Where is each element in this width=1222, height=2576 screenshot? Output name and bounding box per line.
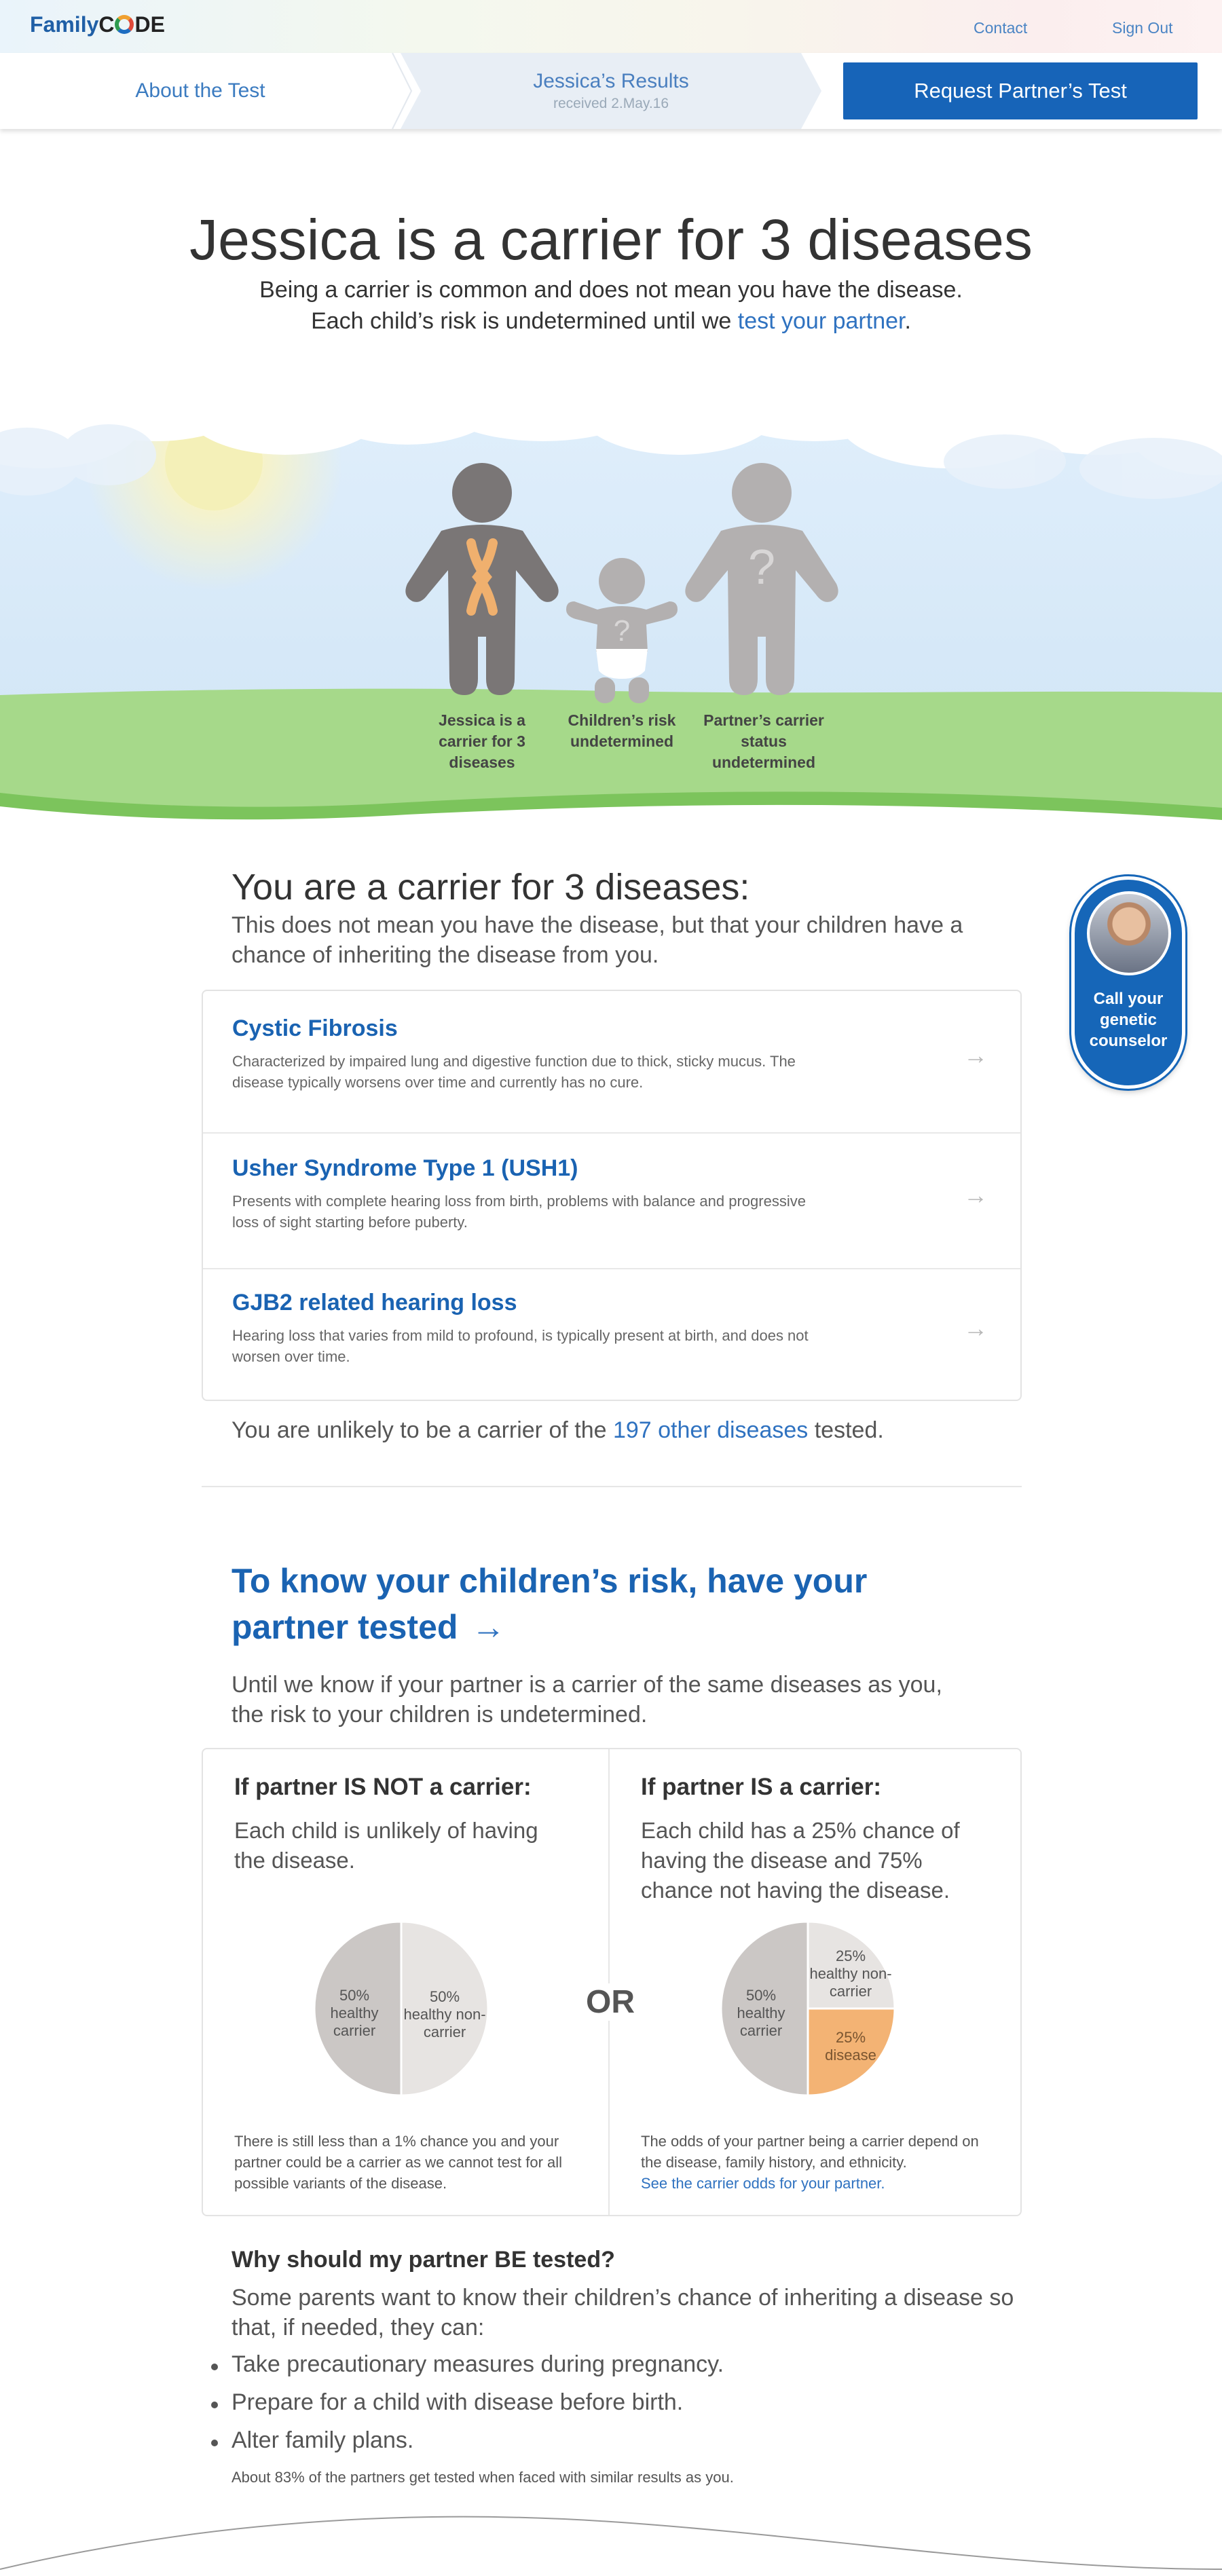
disease-name: GJB2 related hearing loss xyxy=(232,1290,517,1315)
family-illustration: ? ? Jessica is a carrier for 3 diseases … xyxy=(0,333,1222,828)
tab-label: Jessica’s Results xyxy=(533,70,689,92)
counselor-avatar xyxy=(1087,891,1171,975)
question-mark-icon: ? xyxy=(614,614,630,648)
disease-list: Cystic Fibrosis Characterized by impaire… xyxy=(202,990,1022,1401)
section-divider xyxy=(202,1486,1022,1487)
page-title: Jessica is a carrier for 3 diseases xyxy=(189,208,1033,272)
tab-label: About the Test xyxy=(135,79,265,102)
partner-stat-note: About 83% of the partners get tested whe… xyxy=(232,2469,734,2486)
partner-test-heading[interactable]: To know your children’s risk, have your … xyxy=(232,1558,978,1650)
pie-label-carrier: 50% healthy carrier xyxy=(330,1987,379,2039)
familycode-logo[interactable]: FamilyC DE xyxy=(30,12,165,37)
arrow-right-icon: → xyxy=(963,1181,988,1209)
tab-jessicas-results[interactable]: Jessica’s Results received 2.May.16 xyxy=(401,53,821,129)
jessica-label: Jessica is a carrier for 3 diseases xyxy=(439,711,525,771)
family-scene-graphic: ? ? xyxy=(0,333,1222,820)
not-carrier-text: Each child is unlikely of having the dis… xyxy=(234,1818,538,1873)
arrow-right-icon: → xyxy=(963,1041,988,1069)
tab-about-the-test[interactable]: About the Test xyxy=(0,53,401,129)
pie-label-disease: 25% disease xyxy=(825,2029,876,2064)
not-carrier-heading: If partner IS NOT a carrier: xyxy=(234,1774,532,1800)
not-carrier-column: If partner IS NOT a carrier: Each child … xyxy=(203,1749,608,2215)
disease-name: Usher Syndrome Type 1 (USH1) xyxy=(232,1155,578,1181)
list-item: Take precautionary measures during pregn… xyxy=(211,2351,978,2389)
other-diseases-text: You are unlikely to be a carrier of the … xyxy=(232,1417,884,1443)
partner-label: Partner’s carrier status undetermined xyxy=(703,711,824,771)
is-carrier-heading: If partner IS a carrier: xyxy=(641,1774,882,1800)
other-diseases-link[interactable]: 197 other diseases xyxy=(613,1417,808,1443)
is-carrier-text: Each child has a 25% chance of having th… xyxy=(641,1818,960,1903)
disease-name: Cystic Fibrosis xyxy=(232,1015,398,1041)
disease-description: Characterized by impaired lung and diges… xyxy=(232,1053,796,1091)
why-heading: Why should my partner BE tested? xyxy=(232,2247,615,2273)
test-your-partner-link[interactable]: test your partner xyxy=(738,308,905,334)
counselor-label: Call your genetic counselor xyxy=(1089,990,1168,1050)
question-mark-icon: ? xyxy=(748,540,775,595)
pie-label-non-carrier: 25% healthy non-carrier xyxy=(809,1947,892,2000)
why-reasons-list: Take precautionary measures during pregn… xyxy=(211,2351,978,2465)
carrier-odds-link[interactable]: See the carrier odds for your partner. xyxy=(641,2175,885,2192)
sign-out-link[interactable]: Sign Out xyxy=(1112,19,1173,37)
dna-ring-icon xyxy=(115,15,134,34)
carrier-heading: You are a carrier for 3 diseases: xyxy=(232,867,750,908)
disease-row[interactable]: GJB2 related hearing loss Hearing loss t… xyxy=(203,1269,1020,1400)
arrow-right-icon: → xyxy=(471,1608,506,1646)
pie-label-non-carrier: 50% healthy non-carrier xyxy=(403,1988,486,2040)
carrier-description: This does not mean you have the disease,… xyxy=(232,912,963,968)
decorative-bottom-curve xyxy=(0,2516,1222,2570)
pie-label-carrier: 50% healthy carrier xyxy=(737,1987,785,2039)
disease-row[interactable]: Cystic Fibrosis Characterized by impaire… xyxy=(203,991,1020,1134)
call-genetic-counselor-button[interactable]: Call your genetic counselor xyxy=(1071,876,1185,1089)
children-label: Children’s risk undetermined xyxy=(568,711,676,750)
is-carrier-footnote: The odds of your partner being a carrier… xyxy=(641,2133,979,2192)
arrow-right-icon: → xyxy=(963,1314,988,1342)
list-item: Prepare for a child with disease before … xyxy=(211,2389,978,2427)
is-carrier-column: If partner IS a carrier: Each child has … xyxy=(610,1749,1014,2215)
list-item: Alter family plans. xyxy=(211,2427,978,2465)
received-date: received 2.May.16 xyxy=(553,96,669,111)
contact-link[interactable]: Contact xyxy=(974,19,1027,37)
hero-line-2: Each child’s risk is undetermined until … xyxy=(311,308,911,334)
disease-description: Hearing loss that varies from mild to pr… xyxy=(232,1327,809,1365)
top-bar: FamilyC DE Contact Sign Out xyxy=(0,0,1222,53)
why-description: Some parents want to know their children… xyxy=(232,2285,1014,2340)
disease-row[interactable]: Usher Syndrome Type 1 (USH1) Presents wi… xyxy=(203,1134,1020,1269)
risk-comparison: If partner IS NOT a carrier: Each child … xyxy=(202,1748,1022,2216)
partner-description: Until we know if your partner is a carri… xyxy=(232,1672,942,1728)
request-partner-test-button[interactable]: Request Partner’s Test xyxy=(843,62,1198,119)
hero-line-1: Being a carrier is common and does not m… xyxy=(259,277,963,303)
disease-description: Presents with complete hearing loss from… xyxy=(232,1193,806,1231)
not-carrier-footnote: There is still less than a 1% chance you… xyxy=(234,2133,563,2192)
